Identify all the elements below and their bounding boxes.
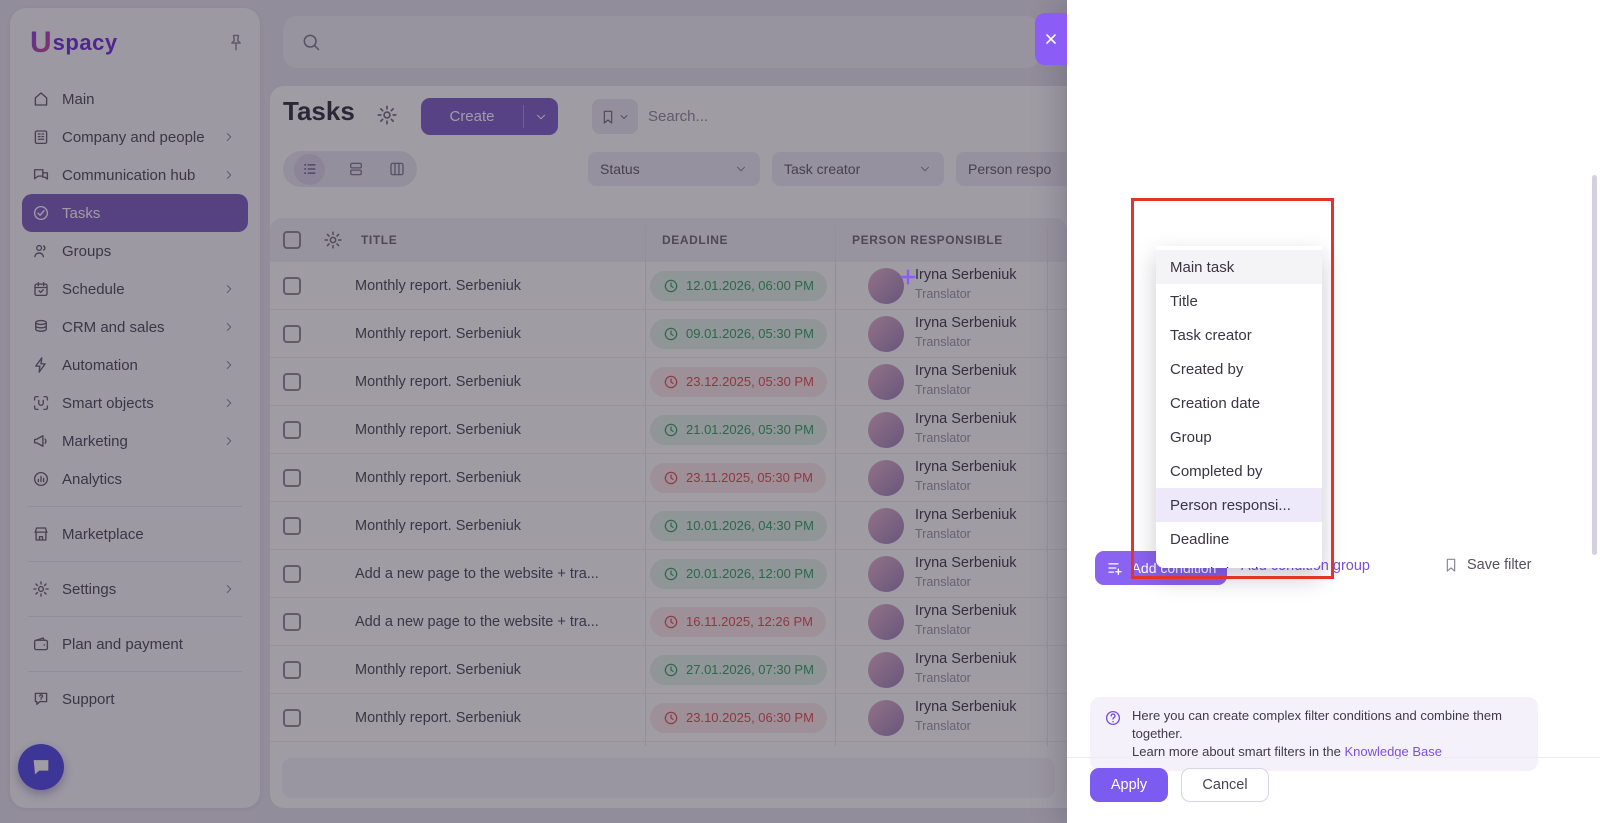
plus-cursor-icon bbox=[897, 266, 919, 288]
add-condition-icon bbox=[1106, 559, 1124, 577]
panel-scrollbar[interactable] bbox=[1592, 175, 1597, 555]
close-icon bbox=[1043, 31, 1059, 47]
dropdown-option-title[interactable]: Title bbox=[1156, 284, 1322, 318]
dropdown-option-person-responsi-[interactable]: Person responsi... bbox=[1156, 488, 1322, 522]
dropdown-option-completion-date[interactable]: Completion date bbox=[1156, 556, 1322, 568]
apply-button[interactable]: Apply bbox=[1090, 768, 1168, 802]
hint-text: Here you can create complex filter condi… bbox=[1132, 707, 1524, 761]
panel-footer-divider bbox=[1067, 757, 1600, 758]
save-filter-label: Save filter bbox=[1467, 557, 1531, 573]
dropdown-option-deadline[interactable]: Deadline bbox=[1156, 522, 1322, 556]
field-dropdown-menu: Main taskTitleTask creatorCreated byCrea… bbox=[1156, 246, 1322, 568]
dropdown-option-creation-date[interactable]: Creation date bbox=[1156, 386, 1322, 420]
save-filter-link[interactable]: Save filter bbox=[1443, 557, 1531, 573]
hint-line-1: Here you can create complex filter condi… bbox=[1132, 708, 1502, 741]
dropdown-option-created-by[interactable]: Created by bbox=[1156, 352, 1322, 386]
modal-backdrop bbox=[0, 0, 1067, 823]
cancel-button[interactable]: Cancel bbox=[1181, 768, 1269, 802]
dropdown-option-task-creator[interactable]: Task creator bbox=[1156, 318, 1322, 352]
hint-box: Here you can create complex filter condi… bbox=[1090, 697, 1538, 771]
dropdown-option-group[interactable]: Group bbox=[1156, 420, 1322, 454]
bookmark-icon bbox=[1443, 557, 1459, 573]
question-icon bbox=[1104, 709, 1122, 727]
close-filters-button[interactable] bbox=[1035, 13, 1067, 65]
dropdown-option-completed-by[interactable]: Completed by bbox=[1156, 454, 1322, 488]
dropdown-option-main-task[interactable]: Main task bbox=[1156, 250, 1322, 284]
